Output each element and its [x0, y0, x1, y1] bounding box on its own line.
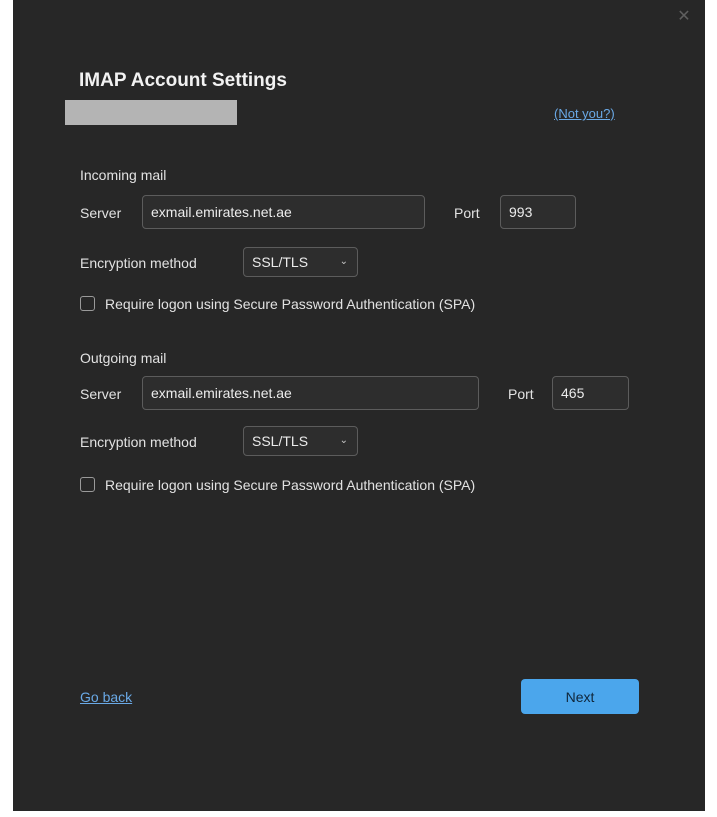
chevron-down-icon: ⌄ — [339, 256, 348, 267]
outgoing-spa-label: Require logon using Secure Password Auth… — [105, 477, 476, 493]
outgoing-server-label: Server — [80, 386, 122, 402]
incoming-server-label: Server — [80, 205, 122, 221]
outgoing-mail-heading: Outgoing mail — [80, 350, 167, 366]
go-back-link[interactable]: Go back — [80, 689, 132, 705]
account-email-redacted — [65, 100, 237, 125]
incoming-server-input[interactable] — [142, 195, 425, 229]
incoming-mail-heading: Incoming mail — [80, 167, 167, 183]
not-you-link[interactable]: (Not you?) — [554, 106, 615, 121]
outgoing-encryption-select[interactable]: SSL/TLS ⌄ — [243, 426, 358, 456]
outgoing-port-input[interactable] — [552, 376, 629, 410]
incoming-spa-label: Require logon using Secure Password Auth… — [105, 296, 476, 312]
incoming-spa-checkbox[interactable] — [80, 296, 95, 311]
chevron-down-icon: ⌄ — [339, 435, 348, 446]
close-button[interactable]: ✕ — [673, 6, 695, 28]
outgoing-spa-checkbox[interactable] — [80, 477, 95, 492]
incoming-encryption-value: SSL/TLS — [252, 254, 309, 270]
incoming-encryption-label: Encryption method — [80, 255, 197, 271]
close-icon: ✕ — [677, 8, 691, 25]
outgoing-server-input[interactable] — [142, 376, 479, 410]
incoming-encryption-select[interactable]: SSL/TLS ⌄ — [243, 247, 358, 277]
dialog-title: IMAP Account Settings — [79, 70, 287, 91]
imap-settings-dialog: ✕ IMAP Account Settings (Not you?) Incom… — [13, 0, 705, 811]
outgoing-encryption-value: SSL/TLS — [252, 433, 309, 449]
incoming-port-input[interactable] — [500, 195, 576, 229]
incoming-port-label: Port — [454, 205, 480, 221]
outgoing-port-label: Port — [508, 386, 534, 402]
outgoing-encryption-label: Encryption method — [80, 434, 197, 450]
next-button[interactable]: Next — [521, 679, 639, 714]
